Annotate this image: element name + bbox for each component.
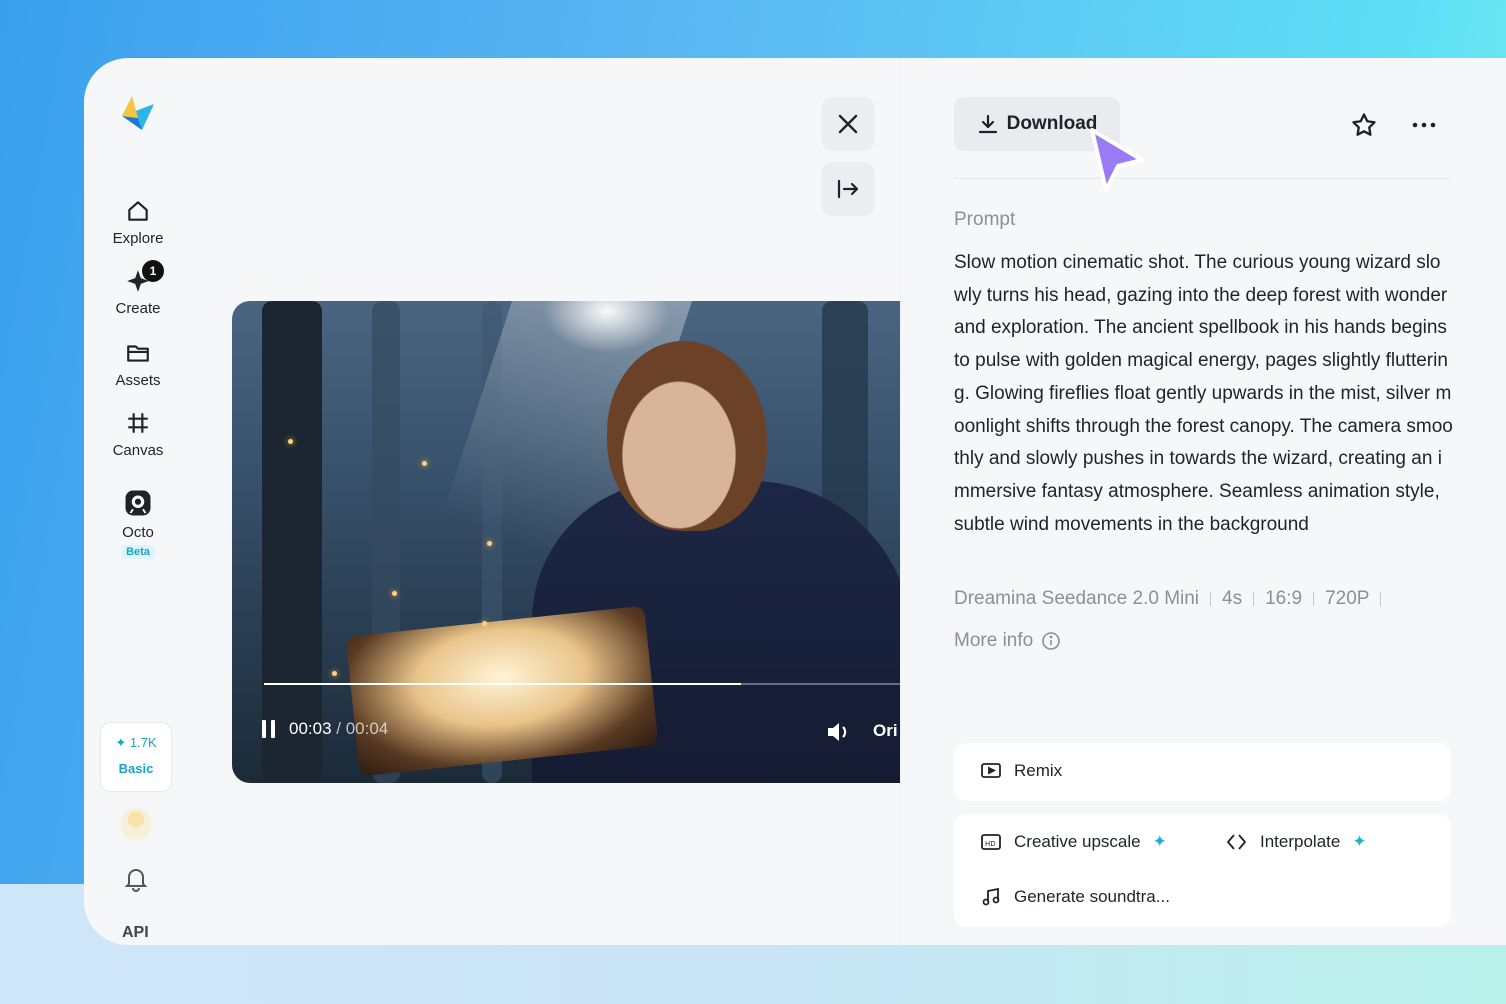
arrow-right-bar-icon — [837, 179, 859, 199]
remix-icon — [981, 763, 1001, 778]
bell-icon[interactable] — [124, 866, 148, 892]
prompt-label: Prompt — [954, 209, 1016, 230]
creative-upscale-label: Creative upscale — [1014, 832, 1141, 851]
info-icon — [1042, 632, 1061, 650]
credits-amount: 1.7K — [129, 735, 157, 750]
sparkle-icon: ✦ — [115, 735, 127, 750]
notification-badge: 1 — [142, 260, 164, 282]
sparkle-icon: ✦ — [1352, 832, 1367, 851]
download-icon — [978, 114, 997, 134]
meta-resolution: 720P — [1325, 588, 1370, 609]
duration: 00:04 — [345, 719, 389, 738]
sidebar-item-label: Assets — [115, 372, 161, 389]
hd-upscale-icon: HD — [981, 834, 1001, 850]
current-time: 00:03 — [289, 719, 332, 738]
sidebar-item-label: Octo — [122, 524, 154, 541]
sidebar-item-assets[interactable]: Assets — [84, 340, 192, 389]
meta-duration: 4s — [1222, 588, 1243, 609]
interpolate-icon — [1227, 834, 1246, 850]
generate-soundtrack-label: Generate soundtra... — [1014, 887, 1170, 906]
video-frame-detail — [422, 461, 427, 466]
octo-icon — [125, 490, 151, 516]
interpolate-button[interactable]: Interpolate ✦ — [1226, 832, 1367, 852]
beta-tag: Beta — [121, 545, 155, 559]
remix-label: Remix — [1014, 761, 1063, 780]
video-frame-detail — [607, 341, 767, 531]
folder-icon — [127, 345, 149, 362]
video-frame-detail — [262, 301, 322, 783]
time-separator: / — [331, 719, 346, 738]
remix-card: Remix — [954, 743, 1451, 801]
tools-card: HD Creative upscale ✦ Interpolate ✦ Gene… — [954, 814, 1451, 927]
api-link[interactable]: API — [122, 924, 149, 942]
collapse-panel-button[interactable] — [821, 162, 875, 216]
video-progress-bar[interactable] — [264, 683, 900, 685]
pause-button[interactable] — [262, 720, 275, 738]
more-options-icon[interactable] — [1410, 114, 1438, 136]
playback-controls: 00:03 / 00:04 — [262, 719, 388, 739]
app-window: Explore 1 Create Assets Canvas Octo Beta… — [84, 58, 1506, 945]
avatar[interactable] — [120, 808, 152, 840]
volume-icon[interactable] — [826, 721, 852, 743]
video-progress-fill — [264, 683, 741, 685]
meta-ratio: 16:9 — [1265, 588, 1303, 609]
mouse-pointer-icon — [1090, 128, 1144, 192]
sparkle-icon: ✦ — [1152, 832, 1167, 851]
sidebar-item-label: Explore — [112, 230, 164, 247]
remix-button[interactable]: Remix — [980, 761, 1062, 781]
sidebar-item-explore[interactable]: Explore — [84, 198, 192, 247]
video-player[interactable]: 00:03 / 00:04 Ori — [232, 301, 900, 783]
music-note-icon — [982, 887, 1000, 906]
generate-soundtrack-button[interactable]: Generate soundtra... — [980, 887, 1170, 907]
sidebar-item-label: Canvas — [112, 442, 164, 459]
plan-label: Basic — [118, 761, 154, 776]
star-icon[interactable] — [1350, 111, 1378, 139]
more-info-label: More info — [954, 630, 1034, 651]
svg-text:HD: HD — [985, 840, 996, 848]
video-frame-detail — [392, 591, 397, 596]
video-frame-detail — [487, 541, 492, 546]
canvas-grid-icon — [128, 413, 148, 433]
sidebar-item-label: Create — [115, 300, 161, 317]
credits-badge[interactable]: ✦ 1.7K Basic — [100, 722, 172, 792]
panel-separator — [954, 178, 1451, 179]
video-frame-detail — [482, 621, 487, 626]
app-logo-icon[interactable] — [118, 94, 158, 134]
creative-upscale-button[interactable]: HD Creative upscale ✦ — [980, 832, 1167, 852]
close-button[interactable] — [821, 97, 875, 151]
meta-model: Dreamina Seedance 2.0 Mini — [954, 588, 1200, 609]
panel-divider — [900, 58, 901, 945]
generation-meta: Dreamina Seedance 2.0 Mini 4s 16:9 720P — [954, 588, 1392, 610]
more-info-link[interactable]: More info — [954, 630, 1061, 652]
sidebar-item-create[interactable]: 1 Create — [84, 260, 192, 317]
sidebar-item-octo[interactable]: Octo Beta — [84, 488, 192, 559]
prompt-text: Slow motion cinematic shot. The curious … — [954, 252, 1453, 535]
quality-label[interactable]: Ori — [873, 721, 898, 741]
sidebar-item-canvas[interactable]: Canvas — [84, 410, 192, 459]
interpolate-label: Interpolate — [1260, 832, 1341, 851]
video-frame-detail — [332, 671, 337, 676]
video-frame-detail — [288, 439, 293, 444]
sidebar: Explore 1 Create Assets Canvas Octo Beta… — [84, 58, 192, 945]
close-icon — [838, 114, 858, 134]
home-icon — [128, 201, 148, 221]
